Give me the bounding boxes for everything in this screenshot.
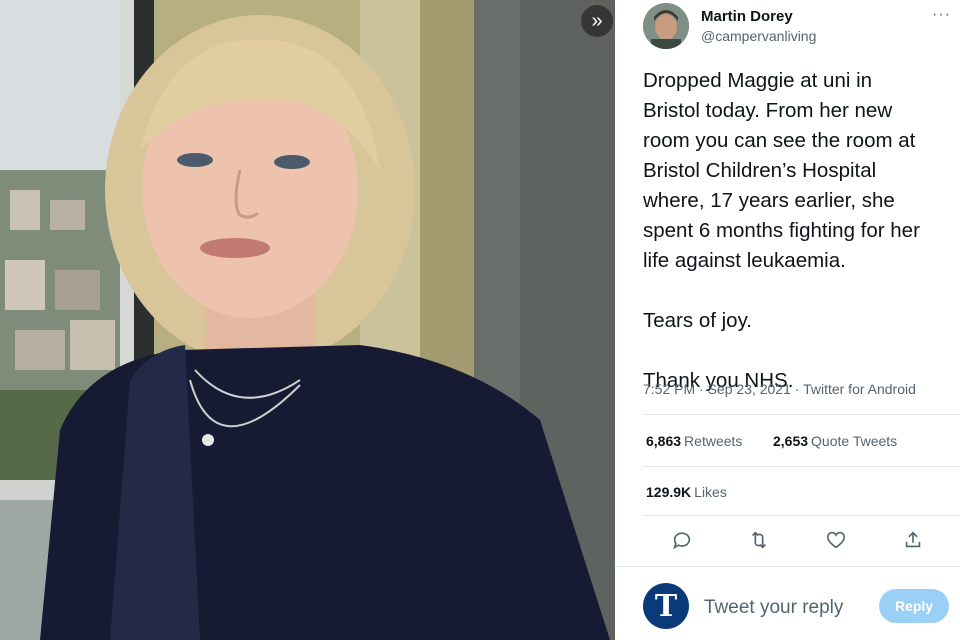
quotes-count: 2,653	[773, 433, 809, 449]
avatar-image	[643, 3, 689, 49]
tweet-line: Bristol Children’s Hospital	[643, 159, 877, 182]
logo-letter: T	[654, 588, 678, 624]
telegraph-logo: T	[643, 583, 689, 629]
photo-illustration	[0, 0, 615, 640]
tweet-line: life against leukaemia.	[643, 249, 846, 272]
retweets-label: Retweets	[684, 433, 743, 449]
more-options-icon[interactable]: ···	[932, 6, 951, 24]
reply-input[interactable]: Tweet your reply	[704, 597, 843, 619]
divider	[643, 515, 960, 516]
retweet-icon[interactable]	[745, 526, 773, 554]
tweet-line: Tears of joy.	[643, 309, 752, 332]
likes-count: 129.9K	[646, 484, 692, 500]
tweet-timestamp[interactable]: 7:52 PM · Sep 23, 2021 · Twitter for And…	[643, 381, 916, 397]
divider	[615, 566, 960, 567]
avatar[interactable]	[643, 3, 689, 49]
tweet-text: Dropped Maggie at uni in Bristol today. …	[643, 66, 958, 396]
like-icon[interactable]	[822, 526, 850, 554]
tweet-line: where, 17 years earlier, she	[643, 189, 895, 212]
expand-icon[interactable]: »	[581, 5, 613, 37]
divider	[643, 414, 960, 415]
reply-icon[interactable]	[668, 526, 696, 554]
tweet-line: Dropped Maggie at uni in	[643, 69, 873, 92]
quote-tweets-stat[interactable]: 2,653 Quote Tweets	[773, 433, 897, 449]
share-icon[interactable]	[899, 526, 927, 554]
likes-stat[interactable]: 129.9K Likes	[646, 484, 727, 500]
tweet-photo[interactable]: »	[0, 0, 615, 640]
screenshot-frame: » Martin Dorey @campervanliving ··· Drop…	[0, 0, 960, 640]
author-name[interactable]: Martin Dorey	[701, 8, 793, 25]
tweet-panel: Martin Dorey @campervanliving ··· Droppe…	[615, 0, 960, 640]
retweets-count: 6,863	[646, 433, 682, 449]
quotes-label: Quote Tweets	[811, 433, 898, 449]
likes-label: Likes	[694, 484, 727, 500]
retweets-stat[interactable]: 6,863 Retweets	[646, 433, 742, 449]
tweet-line: Bristol today. From her new	[643, 99, 893, 122]
tweet-line: room you can see the room at	[643, 129, 916, 152]
author-handle[interactable]: @campervanliving	[701, 28, 816, 44]
reply-button[interactable]: Reply	[879, 589, 949, 623]
tweet-line: spent 6 months fighting for her	[643, 219, 920, 242]
divider	[643, 466, 960, 467]
